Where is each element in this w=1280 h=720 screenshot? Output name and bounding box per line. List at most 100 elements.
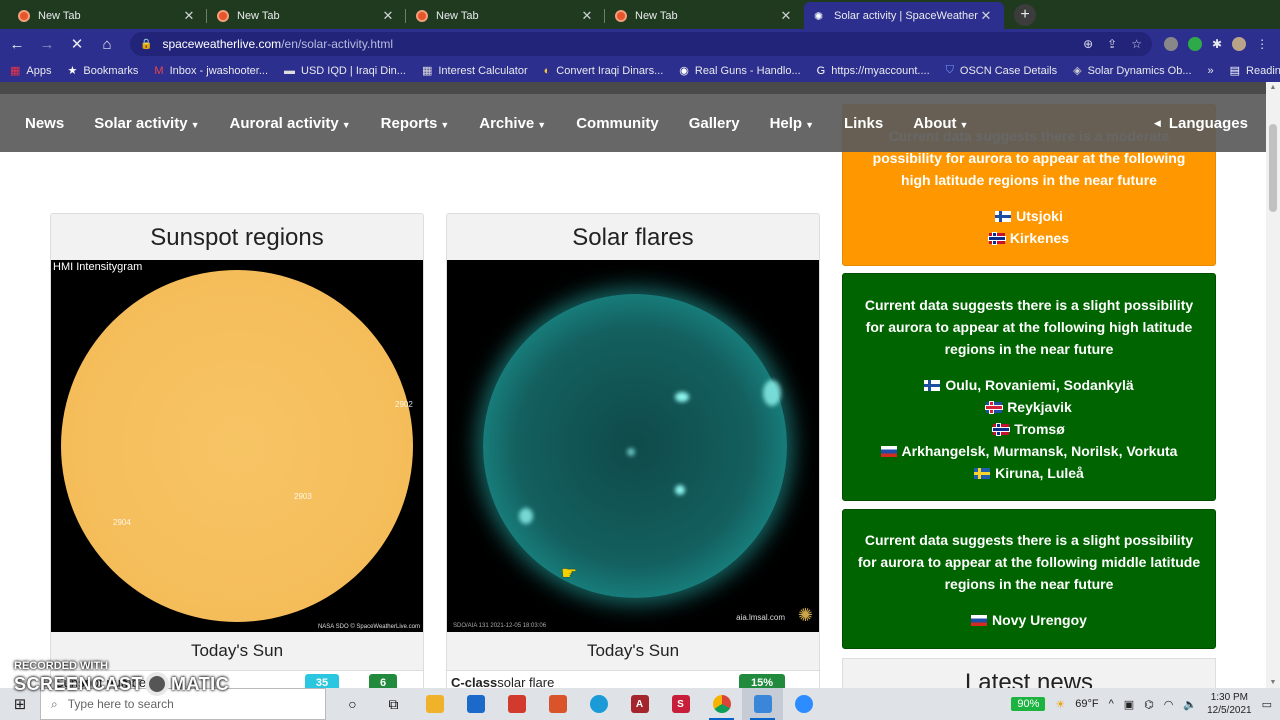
store-icon[interactable] <box>455 688 496 720</box>
solar-flares-card: Solar flares SDO/AIA 131 2021-12-05 18:0… <box>446 213 820 688</box>
url-host: spaceweatherlive.com <box>162 37 282 51</box>
site-banner <box>0 82 1266 94</box>
browser-tab-active[interactable]: ✺ Solar activity | SpaceWeatherLive ✕ <box>804 2 1004 29</box>
nav-archive[interactable]: Archive ▼ <box>479 115 546 132</box>
currency-icon: ▬ <box>284 64 296 77</box>
nav-solar-activity[interactable]: Solar activity ▼ <box>94 115 199 132</box>
profile-avatar[interactable] <box>1232 37 1247 51</box>
globe-icon: ◉ <box>679 65 689 77</box>
nav-about[interactable]: About ▼ <box>913 115 968 132</box>
weather-temperature[interactable]: 69°F <box>1075 698 1098 710</box>
bookmark-oscn[interactable]: ⛉ OSCN Case Details <box>946 64 1057 77</box>
hmi-sun-image[interactable]: HMI Intensitygram 2902 2903 2904 NASA SD… <box>51 260 423 632</box>
nav-languages[interactable]: ◀ Languages <box>1154 94 1248 152</box>
lock-icon[interactable]: 🔒 <box>140 39 152 50</box>
aia-sun-image[interactable]: SDO/AIA 131 2021-12-05 18:03:06 aia.lmsa… <box>447 260 819 632</box>
home-icon[interactable]: ⌂ <box>94 36 120 53</box>
edge-icon[interactable] <box>578 688 619 720</box>
close-tab-icon[interactable]: ✕ <box>380 8 396 24</box>
caret-down-icon: ▼ <box>440 119 450 130</box>
bookmark-convert-dinars[interactable]: ◐ Convert Iraqi Dinars... <box>544 65 664 77</box>
bookmark-usd-iqd[interactable]: ▬ USD IQD | Iraqi Din... <box>284 65 406 77</box>
sun-disk <box>61 270 413 622</box>
forward-icon[interactable]: → <box>34 36 60 53</box>
scrollbar-thumb[interactable] <box>1269 124 1277 212</box>
browser-tab-strip: New Tab ✕ New Tab ✕ New Tab ✕ New Tab ✕ … <box>0 0 1280 29</box>
bookmark-apps[interactable]: ▦ Apps <box>10 64 51 78</box>
nav-community[interactable]: Community <box>576 115 659 132</box>
bookmark-real-guns[interactable]: ◉ Real Guns - Handlo... <box>679 64 800 78</box>
close-tab-icon[interactable]: ✕ <box>978 8 994 24</box>
image-credit: NASA SDO © SpaceWeatherLive.com <box>317 624 420 630</box>
calculator-icon: ▦ <box>421 65 433 77</box>
notifications-icon[interactable]: ▭ <box>1262 698 1272 711</box>
zoom-icon[interactable]: ⊕ <box>1083 37 1093 51</box>
flare-class: C-class <box>451 675 498 688</box>
battery-indicator[interactable]: 90% <box>1011 697 1046 711</box>
norway-flag-icon <box>993 424 1010 435</box>
taskbar-clock[interactable]: 1:30 PM 12/5/2021 <box>1207 691 1252 717</box>
page-scrollbar[interactable]: ▲ ▼ <box>1266 82 1280 688</box>
access-icon[interactable]: A <box>619 688 660 720</box>
tray-app-icon[interactable]: ▣ <box>1124 698 1134 711</box>
bookmark-star-icon[interactable]: ☆ <box>1131 37 1142 51</box>
flare-probability-badge: 15% <box>739 674 785 688</box>
browser-tab[interactable]: New Tab ✕ <box>207 2 406 29</box>
reading-list[interactable]: ▤Reading list <box>1230 64 1280 78</box>
extension-check-icon[interactable] <box>1188 37 1202 51</box>
browser-tab[interactable]: New Tab ✕ <box>406 2 605 29</box>
nav-reports[interactable]: Reports ▼ <box>381 115 450 132</box>
card-title: Sunspot regions <box>150 224 324 251</box>
scroll-up-icon[interactable]: ▲ <box>1266 84 1280 91</box>
region-count-badge: 6 <box>369 674 397 688</box>
active-region-glow <box>675 392 689 402</box>
bookmarks-overflow-icon[interactable]: » <box>1208 65 1214 77</box>
task-view-icon[interactable]: ⧉ <box>373 688 414 720</box>
loading-stop-icon[interactable]: ✕ <box>64 35 90 53</box>
row-label: solar flare <box>497 675 555 688</box>
browser-tab[interactable]: New Tab ✕ <box>8 2 207 29</box>
bookmark-inbox[interactable]: M Inbox - jwashooter... <box>154 65 268 77</box>
app-s-icon[interactable]: S <box>660 688 701 720</box>
active-region-glow <box>675 485 685 495</box>
back-icon[interactable]: ← <box>4 36 30 53</box>
browser-tab[interactable]: New Tab ✕ <box>605 2 804 29</box>
wifi-icon[interactable]: ◠ <box>1164 698 1174 711</box>
nav-gallery[interactable]: Gallery <box>689 115 740 132</box>
bookmark-interest-calculator[interactable]: ▦ Interest Calculator <box>421 64 528 78</box>
scroll-down-icon[interactable]: ▼ <box>1266 679 1280 686</box>
close-tab-icon[interactable]: ✕ <box>181 8 197 24</box>
close-tab-icon[interactable]: ✕ <box>778 8 794 24</box>
tray-overflow-icon[interactable]: ^ <box>1109 698 1114 710</box>
new-tab-button[interactable]: + <box>1014 4 1036 26</box>
flare-probability-row: C-class solar flare 15% <box>447 670 819 688</box>
extension-w-icon[interactable] <box>1164 37 1178 51</box>
bookmark-bookmarks[interactable]: ★ Bookmarks <box>67 64 138 78</box>
weather-sun-icon: ☀ <box>1055 698 1066 711</box>
nav-auroral-activity[interactable]: Auroral activity ▼ <box>230 115 351 132</box>
nav-news[interactable]: News <box>25 115 64 132</box>
menu-kebab-icon[interactable]: ⋮ <box>1256 37 1268 51</box>
volume-icon[interactable]: 🔈 <box>1183 698 1197 711</box>
star-icon: ★ <box>67 65 78 77</box>
duckduckgo-icon <box>217 9 229 22</box>
network-icon[interactable]: ⌬ <box>1144 698 1154 711</box>
extensions-puzzle-icon[interactable]: ✱ <box>1212 37 1222 51</box>
tab-label: Solar activity | SpaceWeatherLive <box>834 9 978 22</box>
bookmark-myaccount[interactable]: Ghttps://myaccount.... <box>817 65 930 77</box>
region-label: 2902 <box>395 400 413 409</box>
share-icon[interactable]: ⇪ <box>1107 37 1117 51</box>
close-tab-icon[interactable]: ✕ <box>579 8 595 24</box>
cortana-icon[interactable]: ○ <box>332 688 373 720</box>
address-bar[interactable]: 🔒 spaceweatherlive.com/en/solar-activity… <box>130 32 1152 56</box>
chrome-icon[interactable] <box>701 688 742 720</box>
aurora-message: Current data suggests there is a slight … <box>857 532 1201 592</box>
screencast-app-icon[interactable] <box>742 688 783 720</box>
nav-help[interactable]: Help ▼ <box>770 115 814 132</box>
app-red-icon[interactable] <box>496 688 537 720</box>
file-explorer-icon[interactable] <box>414 688 455 720</box>
bookmark-solar-dynamics[interactable]: ◈ Solar Dynamics Ob... <box>1073 64 1191 78</box>
app-orange-icon[interactable] <box>537 688 578 720</box>
nav-links[interactable]: Links <box>844 115 883 132</box>
zoom-app-icon[interactable] <box>783 688 824 720</box>
